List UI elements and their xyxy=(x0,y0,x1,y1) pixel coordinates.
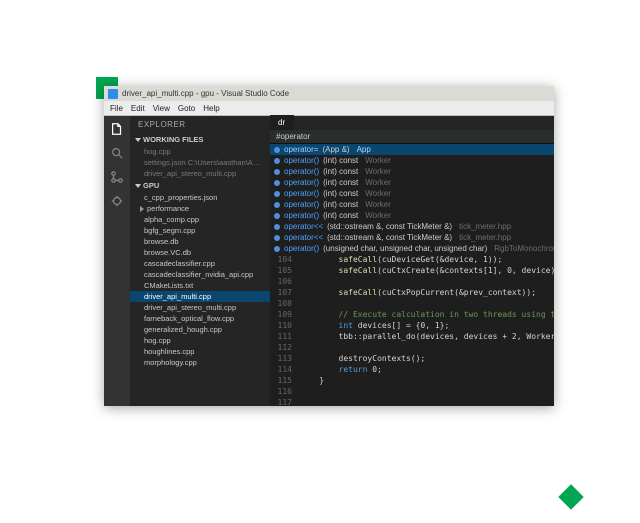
tab-strip: dr xyxy=(270,116,554,130)
search-icon[interactable] xyxy=(110,146,124,160)
vscode-icon xyxy=(108,89,118,99)
code-area[interactable]: 104 105 106 107 108 109 110 111 112 113 … xyxy=(270,254,554,406)
line-gutter: 104 105 106 107 108 109 110 111 112 113 … xyxy=(270,254,296,406)
project-file-item[interactable]: bgfg_segm.cpp xyxy=(130,225,270,236)
project-file-item[interactable]: morphology.cpp xyxy=(130,357,270,368)
sidebar-explorer: EXPLORER WORKING FILES hog.cppsettings.j… xyxy=(130,116,270,406)
project-file-item[interactable]: houghlines.cpp xyxy=(130,346,270,357)
project-file-item[interactable]: hog.cpp xyxy=(130,335,270,346)
method-icon xyxy=(274,180,280,186)
working-file-item[interactable]: settings.json C:\Users\aasthan\AppData..… xyxy=(130,157,270,168)
project-folder-performance[interactable]: performance xyxy=(130,203,270,214)
project-file-item[interactable]: CMakeLists.txt xyxy=(130,280,270,291)
section-project[interactable]: GPU xyxy=(130,179,270,192)
intellisense-item[interactable]: operator()(int) constWorker xyxy=(270,155,554,166)
project-file-item[interactable]: driver_api_stereo_multi.cpp xyxy=(130,302,270,313)
method-icon xyxy=(274,147,280,153)
section-working-files[interactable]: WORKING FILES xyxy=(130,133,270,146)
project-file-item[interactable]: cascadeclassifier.cpp xyxy=(130,258,270,269)
method-icon xyxy=(274,191,280,197)
menu-view[interactable]: View xyxy=(153,104,170,113)
intellisense-item[interactable]: operator()(int) constWorker xyxy=(270,210,554,221)
intellisense-list: operator=(App &)Appoperator()(int) const… xyxy=(270,144,554,254)
menu-help[interactable]: Help xyxy=(203,104,219,113)
tab-current[interactable]: dr xyxy=(270,115,294,130)
project-file-item[interactable]: alpha_comp.cpp xyxy=(130,214,270,225)
project-file-item[interactable]: browse.db xyxy=(130,236,270,247)
method-icon xyxy=(274,158,280,164)
intellisense-item[interactable]: operator=(App &)App xyxy=(270,144,554,155)
menu-file[interactable]: File xyxy=(110,104,123,113)
project-file-item[interactable]: browse.VC.db xyxy=(130,247,270,258)
intellisense-item[interactable]: operator()(unsigned char, unsigned char,… xyxy=(270,243,554,254)
project-file-item[interactable]: c_cpp_properties.json xyxy=(130,192,270,203)
explorer-title: EXPLORER xyxy=(130,116,270,133)
intellisense-popup: #operator operator=(App &)Appoperator()(… xyxy=(270,130,554,254)
editor: dr #operator operator=(App &)Appoperator… xyxy=(270,116,554,406)
intellisense-item[interactable]: operator<<(std::ostream &, const TickMet… xyxy=(270,221,554,232)
files-icon[interactable] xyxy=(110,122,124,136)
brand-diamond xyxy=(558,484,583,509)
method-icon xyxy=(274,246,280,252)
intellisense-filter[interactable]: #operator xyxy=(270,130,554,144)
intellisense-item[interactable]: operator()(int) constWorker xyxy=(270,177,554,188)
working-file-item[interactable]: driver_api_stereo_multi.cpp xyxy=(130,168,270,179)
activity-bar xyxy=(104,116,130,406)
project-file-item[interactable]: driver_api_multi.cpp xyxy=(130,291,270,302)
project-file-item[interactable]: cascadeclassifier_nvidia_api.cpp xyxy=(130,269,270,280)
project-file-item[interactable]: farneback_optical_flow.cpp xyxy=(130,313,270,324)
project-file-item[interactable]: generalized_hough.cpp xyxy=(130,324,270,335)
app-window: driver_api_multi.cpp - gpu - Visual Stud… xyxy=(104,86,554,406)
intellisense-item[interactable]: operator<<(std::ostream &, const TickMet… xyxy=(270,232,554,243)
intellisense-item[interactable]: operator()(int) constWorker xyxy=(270,188,554,199)
working-file-item[interactable]: hog.cpp xyxy=(130,146,270,157)
titlebar[interactable]: driver_api_multi.cpp - gpu - Visual Stud… xyxy=(104,86,554,101)
menu-edit[interactable]: Edit xyxy=(131,104,145,113)
menu-goto[interactable]: Goto xyxy=(178,104,195,113)
method-icon xyxy=(274,202,280,208)
source-control-icon[interactable] xyxy=(110,170,124,184)
method-icon xyxy=(274,224,280,230)
menubar: File Edit View Goto Help xyxy=(104,101,554,116)
project-files-list: c_cpp_properties.jsonperformancealpha_co… xyxy=(130,192,270,368)
method-icon xyxy=(274,235,280,241)
debug-icon[interactable] xyxy=(110,194,124,208)
code-text[interactable]: safeCall(cuDeviceGet(&device, 1)); safeC… xyxy=(296,254,554,406)
method-icon xyxy=(274,169,280,175)
method-icon xyxy=(274,213,280,219)
intellisense-item[interactable]: operator()(int) constWorker xyxy=(270,199,554,210)
intellisense-item[interactable]: operator()(int) constWorker xyxy=(270,166,554,177)
working-files-list: hog.cppsettings.json C:\Users\aasthan\Ap… xyxy=(130,146,270,179)
window-title: driver_api_multi.cpp - gpu - Visual Stud… xyxy=(122,89,289,98)
